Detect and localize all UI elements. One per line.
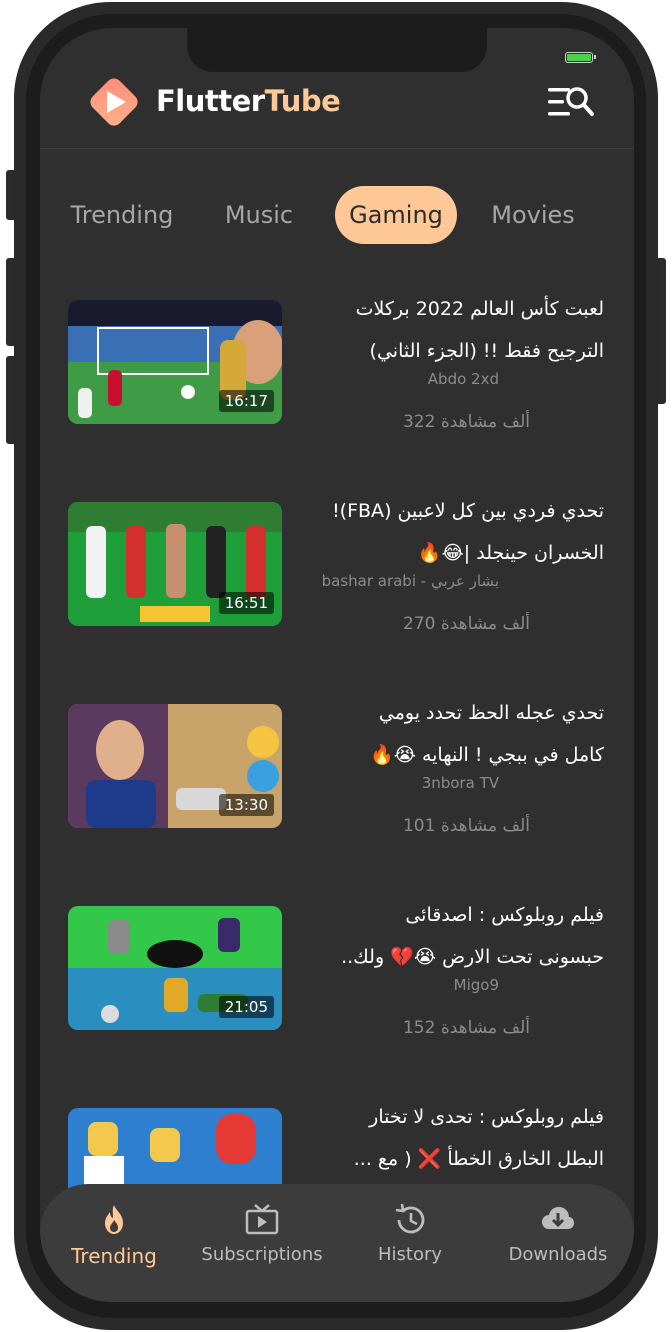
- video-duration: 16:51: [218, 592, 274, 614]
- video-title[interactable]: فيلم روبلوكس : تحدى لا تختار البطل الخارق…: [284, 1096, 604, 1180]
- video-thumbnail[interactable]: 13:30: [68, 704, 282, 828]
- cloud-download-icon: [542, 1207, 574, 1229]
- video-title[interactable]: تحدي فردي بين كل لاعبين (FBA)! الخسران حي…: [284, 490, 604, 574]
- flame-icon: [105, 1205, 123, 1234]
- nav-trending[interactable]: Trending: [40, 1184, 188, 1302]
- menu-search-icon[interactable]: [546, 84, 596, 120]
- video-item[interactable]: 13:30 تحدي عجله الحظ تحدد يومي كامل في بب…: [40, 702, 634, 854]
- video-item[interactable]: 16:17 لعبت كأس العالم 2022 بركلات الترجيح…: [40, 298, 634, 450]
- nav-label: Subscriptions: [201, 1244, 323, 1265]
- nav-history[interactable]: History: [336, 1184, 484, 1302]
- video-thumbnail[interactable]: 16:51: [68, 502, 282, 626]
- video-title[interactable]: لعبت كأس العالم 2022 بركلات الترجيح فقط !…: [284, 288, 604, 372]
- channel-name[interactable]: 3nbora TV: [422, 774, 499, 792]
- subscriptions-icon: [245, 1204, 279, 1235]
- tab-gaming[interactable]: Gaming: [335, 186, 457, 244]
- tab-trending[interactable]: Trending: [58, 186, 186, 244]
- view-count: ألف مشاهدة 101: [402, 816, 530, 836]
- notch: [187, 28, 487, 72]
- app-header: FlutterTube: [40, 68, 634, 149]
- view-count: ألف مشاهدة 152: [402, 1018, 530, 1038]
- view-count: ألف مشاهدة 322: [402, 412, 530, 432]
- view-count: ألف مشاهدة 270: [402, 614, 530, 634]
- nav-label: History: [377, 1244, 443, 1265]
- video-duration: 21:05: [218, 996, 274, 1018]
- history-icon: [395, 1203, 425, 1234]
- video-title[interactable]: تحدي عجله الحظ تحدد يومي كامل في ببجي ! ا…: [284, 692, 604, 776]
- category-tabs: Trending Music Gaming Movies: [40, 184, 634, 244]
- channel-name[interactable]: Abdo 2xd: [428, 370, 499, 388]
- tab-movies[interactable]: Movies: [474, 186, 592, 244]
- bottom-navigation: Trending Subscriptions History Downloads: [40, 1184, 634, 1302]
- nav-subscriptions[interactable]: Subscriptions: [188, 1184, 336, 1302]
- nav-label: Trending: [71, 1244, 157, 1268]
- channel-name[interactable]: Migo9: [454, 976, 499, 994]
- nav-downloads[interactable]: Downloads: [484, 1184, 632, 1302]
- video-duration: 13:30: [218, 794, 274, 816]
- tab-music[interactable]: Music: [203, 186, 315, 244]
- video-item[interactable]: 16:51 تحدي فردي بين كل لاعبين (FBA)! الخس…: [40, 500, 634, 652]
- channel-name[interactable]: بشار عربي - bashar arabi: [322, 572, 499, 590]
- battery-icon: [565, 52, 596, 63]
- video-thumbnail[interactable]: 16:17: [68, 300, 282, 424]
- app-logo-icon: [90, 78, 138, 126]
- video-duration: 16:17: [218, 390, 274, 412]
- nav-label: Downloads: [508, 1244, 608, 1265]
- app-screen: FlutterTube Trending Music Gaming Movies: [40, 28, 634, 1302]
- app-title: FlutterTube: [156, 84, 341, 118]
- video-title[interactable]: فيلم روبلوكس : اصدقائى حبسونى تحت الارض 😭…: [284, 894, 604, 978]
- video-thumbnail[interactable]: 21:05: [68, 906, 282, 1030]
- video-item[interactable]: 21:05 فيلم روبلوكس : اصدقائى حبسونى تحت ا…: [40, 904, 634, 1056]
